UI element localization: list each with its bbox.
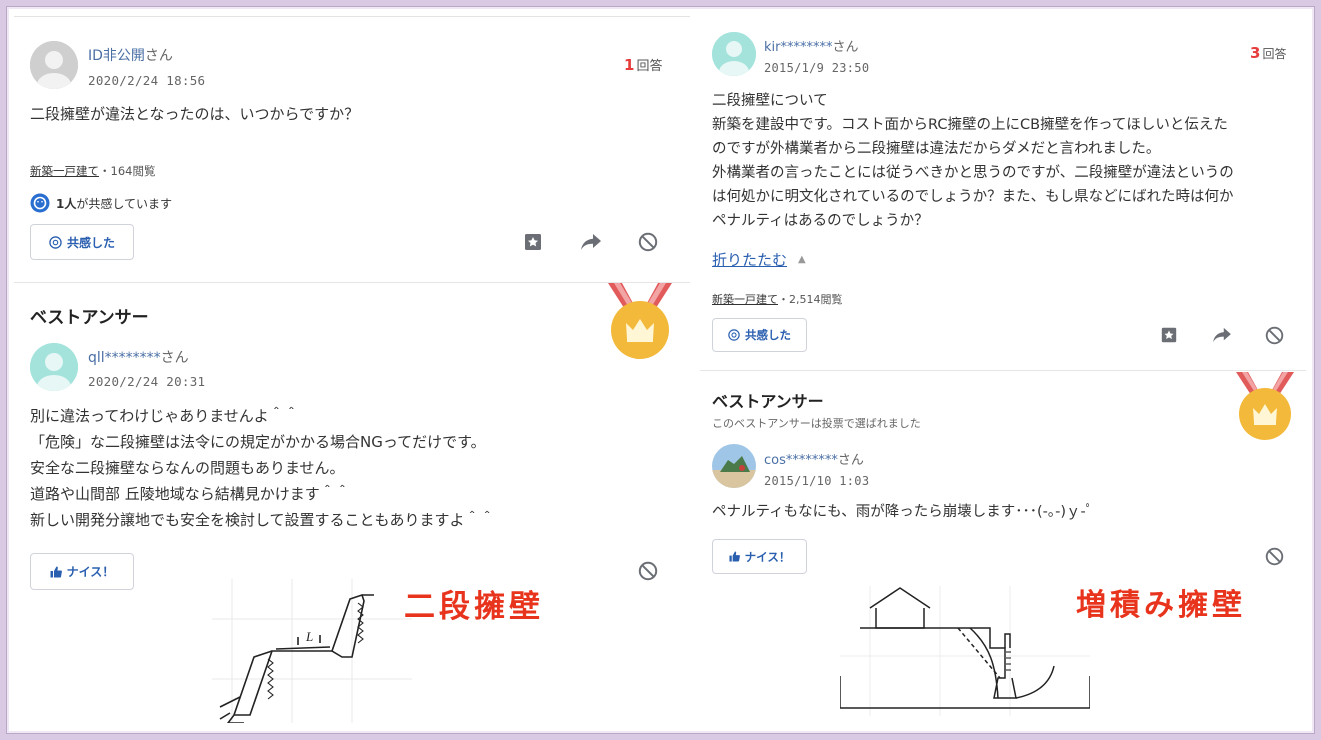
answer-line: 別に違法ってわけじゃありませんよ＾＾ [30,407,299,425]
share-icon[interactable] [579,231,603,253]
best-answer-note: このベストアンサーは投票で選ばれました [712,417,921,430]
question-line: 外構業者の言ったことには従うべきかと思うのですが、二段擁壁が違法というの [712,165,1234,181]
avatar-icon [30,343,78,391]
question-line: のですが外構業者から二段擁壁は違法だからダメだと言われました。 [712,141,1161,157]
empathy-button-label: 共感した [745,328,791,342]
answer-count-label: 回答 [636,59,663,74]
block-icon[interactable] [1263,324,1285,346]
question-date: 2015/1/9 23:50 [764,61,870,75]
question-date: 2020/2/24 18:56 [88,73,206,88]
empathy-button-label: 共感した [66,235,115,250]
best-answer-heading: ベストアンサー [712,392,824,411]
answer-count: 1 回答 [624,55,662,74]
empathy-count: 1人 [56,196,77,211]
chevron-up-icon: ▲ [798,254,806,265]
right-qa-panel: kir********さん 2015/1/9 23:50 3 回答 二段擁壁につい… [700,18,1306,730]
avatar[interactable] [30,343,78,391]
nice-button[interactable]: ナイス！ [30,553,134,590]
answer-count-number: 1 [624,56,635,74]
question-line: 二段擁壁が違法となったのは、いつからですか？ [30,105,360,123]
answer-line: 安全な二段擁壁ならなんの問題もありません。 [30,459,345,477]
avatar[interactable] [30,41,78,89]
answer-line: ペナルティもなにも、雨が降ったら崩壊します･･･(-｡-)ｙ-ﾟ [712,504,1093,520]
section-divider [700,370,1306,371]
username-text[interactable]: qll******** [88,350,161,366]
empathy-button[interactable]: 共感した [712,318,807,352]
avatar[interactable] [712,444,756,488]
nice-button-label: ナイス！ [66,565,115,579]
answer-count: 3 回答 [1250,44,1286,62]
question-line: は何処かに明文化されているのでしょうか？また、もし県などにばれた時は何か [712,189,1234,205]
bookmark-icon[interactable] [1158,324,1180,346]
share-icon[interactable] [1210,324,1234,346]
question-line: 新築を建設中です。コスト面からRC擁壁の上にCB擁壁を作ってほしいと伝えた [712,117,1228,133]
left-qa-panel: ID非公開さん 2020/2/24 18:56 1 回答 二段擁壁が違法となったの… [14,16,690,728]
empathy-icon [30,193,50,213]
empathy-summary: 1人が共感しています [30,193,172,213]
best-answer-date: 2020/2/24 20:31 [88,374,206,389]
thumbs-up-icon [50,566,62,577]
empathy-icon [728,329,740,341]
avatar-icon [30,41,78,89]
block-icon[interactable] [637,560,659,582]
crown-medal-icon [602,281,678,361]
nice-button-label: ナイス！ [744,549,791,564]
username-text[interactable]: kir******** [764,40,833,55]
username-text[interactable]: cos******** [764,453,838,468]
section-divider [14,282,690,283]
bookmark-icon[interactable] [522,231,544,253]
san-suffix: さん [144,48,173,64]
empathy-icon [49,235,62,249]
question-username[interactable]: ID非公開さん [88,45,173,65]
overlay-label: 二段擁壁 [404,589,544,625]
fold-link[interactable]: 折りたたむ [712,249,787,270]
best-answer-text: 別に違法ってわけじゃありませんよ＾＾ 「危険」な二段擁壁は法令にの規定がかかる場… [30,403,495,533]
nice-button[interactable]: ナイス！ [712,539,807,574]
category-link[interactable]: 新築一戸建て [30,164,99,178]
empathy-button[interactable]: 共感した [30,224,134,260]
answer-line: 新しい開発分譲地でも安全を検討して設置することもありますよ＾＾ [30,511,495,529]
question-meta: 新築一戸建て・2,514閲覧 [712,291,843,307]
username-text[interactable]: ID非公開 [88,48,145,64]
overlay-label: 増積み擁壁 [1076,588,1246,623]
sketch-length-label: L [305,629,313,644]
avatar[interactable] [712,32,756,76]
avatar-icon [712,444,756,488]
answer-line: 道路や山間部 丘陵地域なら結構見かけます＾＾ [30,485,350,503]
answer-count-number: 3 [1250,44,1261,62]
san-suffix: さん [160,350,189,366]
question-line: ペナルティはあるのでしょうか？ [712,213,929,229]
answer-line: 「危険」な二段擁壁は法令にの規定がかかる場合NGってだけです。 [30,433,486,451]
best-answer-username[interactable]: cos********さん [764,449,864,468]
question-meta: 新築一戸建て・164閲覧 [30,163,155,179]
block-icon[interactable] [637,231,659,253]
view-count: ・2,514閲覧 [778,293,843,306]
best-answer-text: ペナルティもなにも、雨が降ったら崩壊します･･･(-｡-)ｙ-ﾟ [712,501,1093,524]
best-answer-username[interactable]: qll********さん [88,347,189,367]
best-answer-date: 2015/1/10 1:03 [764,474,870,488]
crown-medal-icon [1232,370,1298,442]
san-suffix: さん [837,453,864,468]
question-text: 二段擁壁が違法となったのは、いつからですか？ [30,103,359,126]
stacked-retaining-wall-sketch [840,586,1090,716]
question-text: 二段擁壁について 新築を建設中です。コスト面からRC擁壁の上にCB擁壁を作ってほ… [712,89,1234,233]
best-answer-heading: ベストアンサー [30,308,149,328]
block-icon[interactable] [1263,545,1285,567]
san-suffix: さん [832,40,859,55]
question-line: 二段擁壁について [712,93,828,109]
answer-count-label: 回答 [1262,47,1287,61]
thumbs-up-icon [729,551,740,562]
question-username[interactable]: kir********さん [764,36,859,55]
view-count: ・164閲覧 [99,164,156,178]
category-link[interactable]: 新築一戸建て [712,293,778,306]
empathy-text: が共感しています [76,196,173,211]
avatar-icon [712,32,756,76]
two-step-retaining-wall-sketch: L [212,579,412,723]
